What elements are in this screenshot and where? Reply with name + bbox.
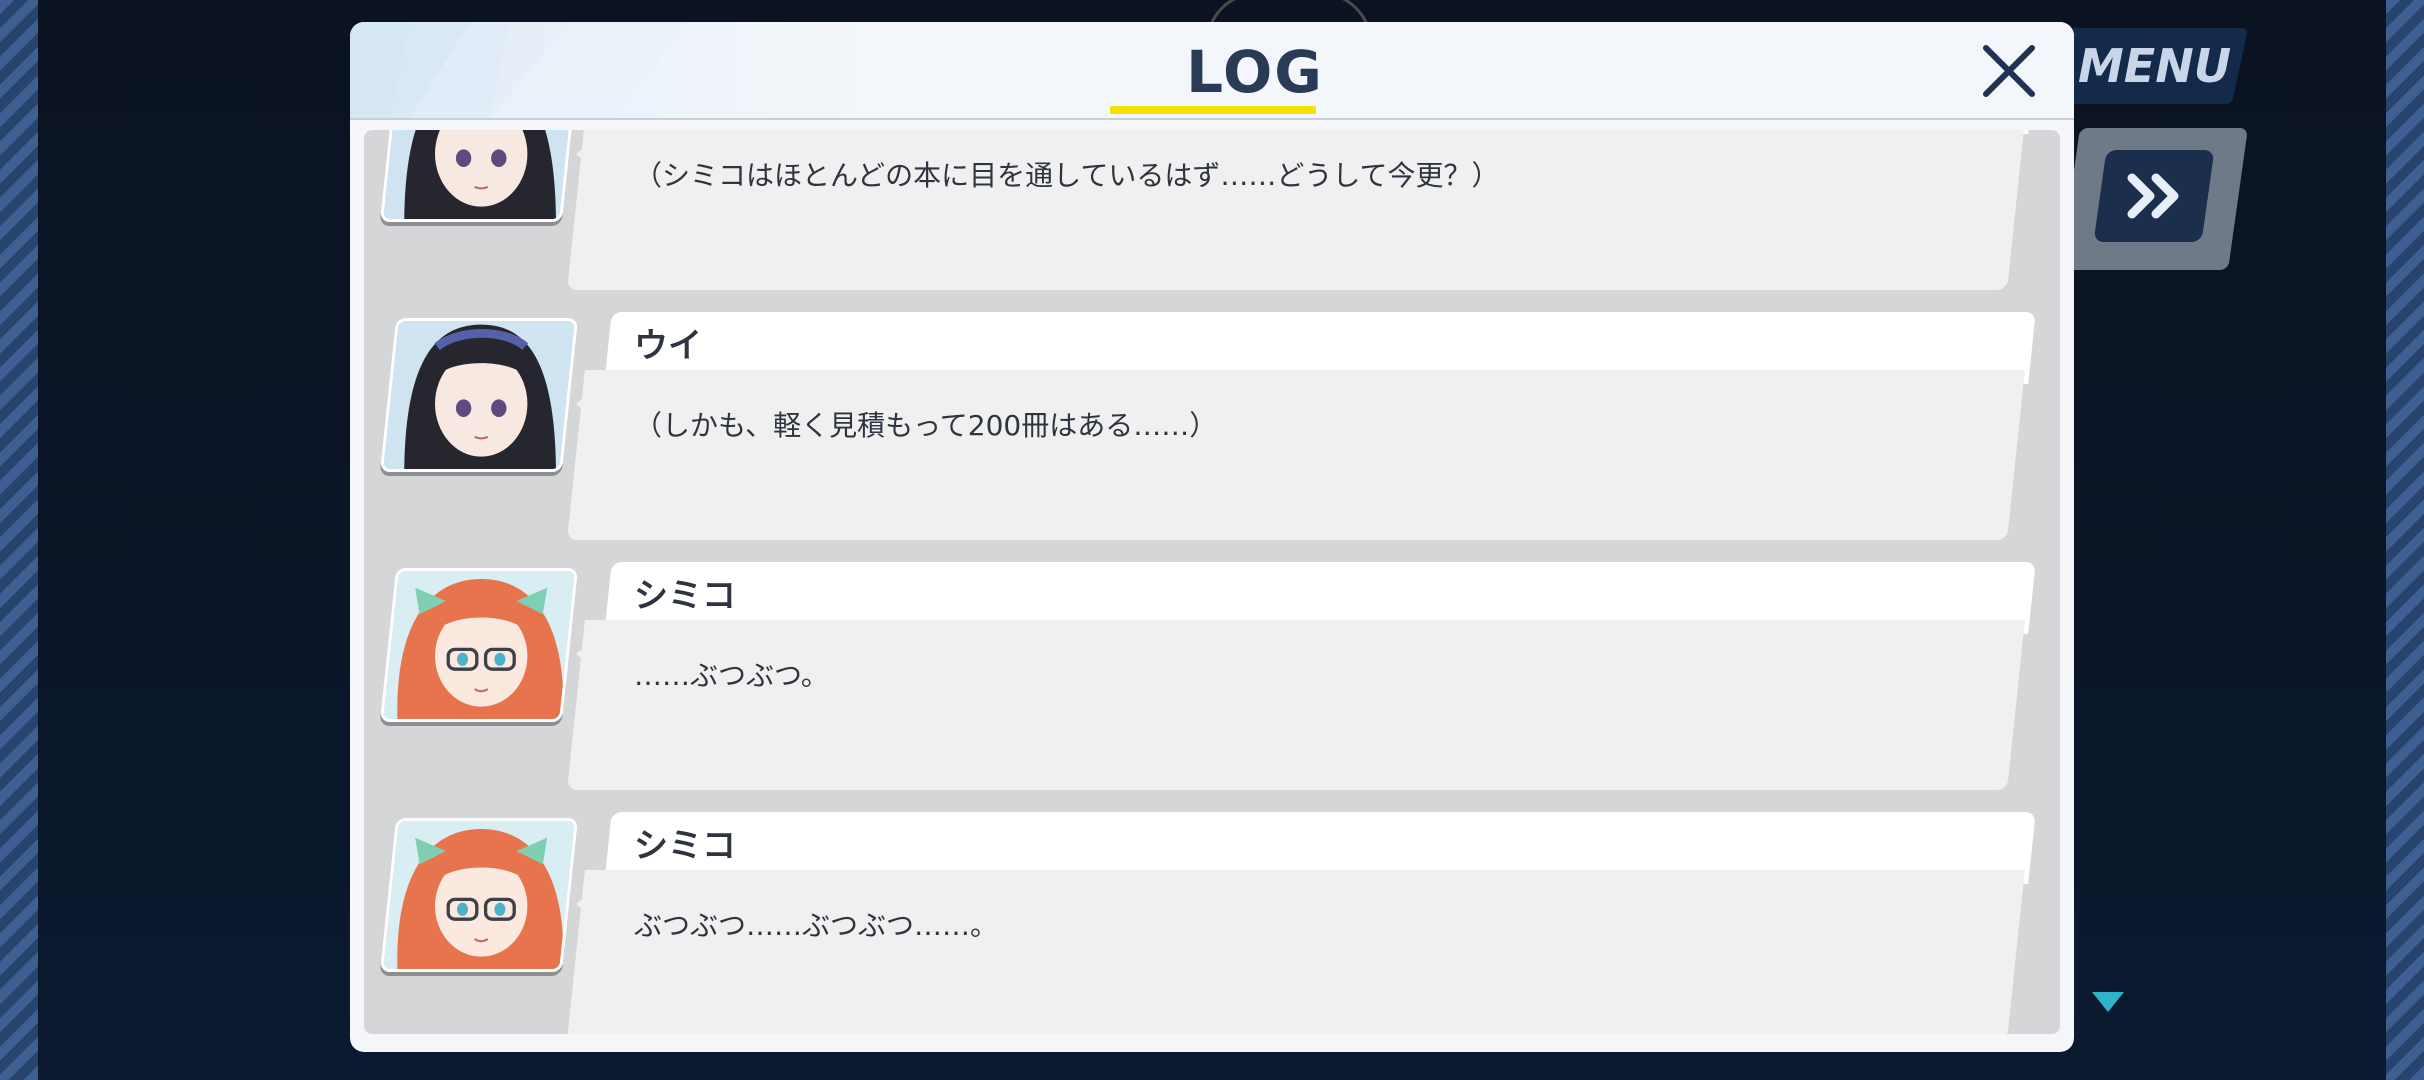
dialogue-text: ぶつぶつ……ぶつぶつ……。 xyxy=(634,909,999,942)
speaker-name: シミコ xyxy=(634,576,736,616)
right-edge-stripe xyxy=(2386,0,2424,1080)
header-divider xyxy=(350,118,2074,120)
log-list[interactable]: ウイ （シミコはほとんどの本に目を通しているはず……どうして今更？） ウ xyxy=(364,130,2060,1034)
shimiko-portrait xyxy=(379,568,579,722)
menu-button-label[interactable]: MENU xyxy=(2078,36,2231,96)
ui-portrait xyxy=(379,130,579,222)
log-title: LOG xyxy=(1186,38,1324,106)
log-entry[interactable]: シミコ ……ぶつぶつ。 xyxy=(364,558,2060,798)
ui-portrait xyxy=(379,318,579,472)
dialogue-box xyxy=(567,620,2025,790)
title-underline xyxy=(1110,106,1316,114)
fast-forward-icon[interactable] xyxy=(2126,166,2188,226)
log-entry[interactable]: ウイ （シミコはほとんどの本に目を通しているはず……どうして今更？） xyxy=(364,130,2060,298)
log-window: LOG ウイ xyxy=(350,22,2074,1052)
log-header: LOG xyxy=(350,22,2074,118)
header-decoration xyxy=(350,22,690,118)
log-entry[interactable]: ウイ （しかも、軽く見積もって200冊はある……） xyxy=(364,308,2060,548)
speaker-name: シミコ xyxy=(634,826,736,866)
dialogue-box xyxy=(567,870,2025,1034)
left-edge-stripe xyxy=(0,0,38,1080)
speaker-name: ウイ xyxy=(634,326,702,366)
dialogue-text: （しかも、軽く見積もって200冊はある……） xyxy=(634,409,1218,442)
dialogue-text: ……ぶつぶつ。 xyxy=(634,659,829,692)
log-entry[interactable]: シミコ ぶつぶつ……ぶつぶつ……。 xyxy=(364,808,2060,1034)
triangle-down-icon[interactable] xyxy=(2090,990,2126,1014)
dialogue-box xyxy=(567,370,2025,540)
shimiko-portrait xyxy=(379,818,579,972)
close-icon[interactable] xyxy=(1978,40,2040,102)
dialogue-text: （シミコはほとんどの本に目を通しているはず……どうして今更？） xyxy=(634,159,1500,192)
